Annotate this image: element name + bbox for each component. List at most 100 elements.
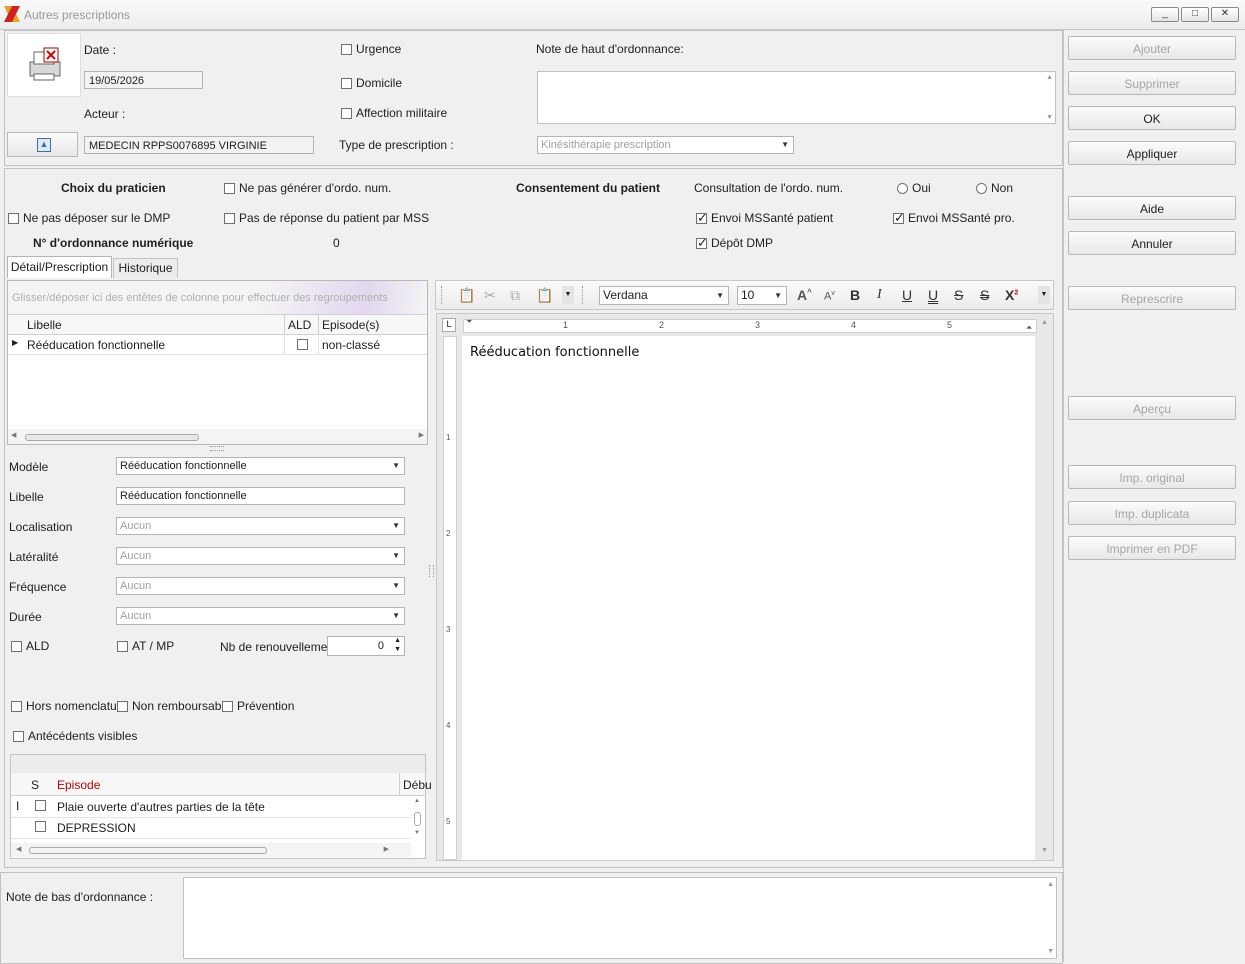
imp-duplicata-button[interactable]: Imp. duplicata [1068, 501, 1236, 525]
splitter-grip[interactable] [429, 565, 434, 577]
column-libelle[interactable]: Libelle [27, 318, 62, 332]
grow-font-icon[interactable]: A^ [797, 287, 812, 303]
duree-select[interactable]: Aucun ▼ [116, 607, 405, 625]
left-indent-marker-icon[interactable]: ⏷ [466, 317, 472, 327]
appliquer-button[interactable]: Appliquer [1068, 141, 1236, 165]
column-episode[interactable]: Episode [57, 778, 100, 792]
upload-button[interactable]: ▲ [7, 132, 78, 157]
represcrire-button[interactable]: Represcrire [1068, 286, 1236, 310]
underline-icon[interactable]: U [902, 287, 912, 303]
date-field[interactable]: 19/05/2026 [84, 71, 203, 89]
scroll-down-icon[interactable]: ▼ [1047, 948, 1054, 955]
tab-historique[interactable]: Historique [113, 258, 178, 278]
shrink-font-icon[interactable]: Av [824, 290, 835, 303]
note-haut-textarea[interactable]: ▲ ▼ [537, 71, 1056, 124]
stepper-down-icon[interactable]: ▼ [394, 646, 401, 653]
aide-button[interactable]: Aide [1068, 196, 1236, 220]
localisation-select[interactable]: Aucun ▼ [116, 517, 405, 535]
supprimer-button[interactable]: Supprimer [1068, 71, 1236, 95]
editor-page[interactable]: Rééducation fonctionnelle [462, 336, 1035, 860]
urgence-checkbox[interactable]: Urgence [341, 42, 401, 56]
italic-icon[interactable]: I [877, 287, 882, 303]
frequence-select[interactable]: Aucun ▼ [116, 577, 405, 595]
annuler-button[interactable]: Annuler [1068, 231, 1236, 255]
imprimer-pdf-button[interactable]: Imprimer en PDF [1068, 536, 1236, 560]
scroll-down-icon[interactable]: ▼ [1046, 114, 1053, 121]
toolbar-overflow-icon[interactable]: ▼ [1038, 286, 1050, 304]
horizontal-ruler[interactable]: 1 2 3 4 5 [463, 319, 1037, 333]
antecedents-checkbox[interactable]: Antécédents visibles [13, 729, 137, 743]
scroll-up-icon[interactable]: ▲ [1041, 319, 1048, 326]
scroll-up-icon[interactable]: ▲ [1047, 881, 1054, 888]
scroll-thumb[interactable] [25, 434, 199, 441]
modele-select[interactable]: Rééducation fonctionnelle ▼ [116, 457, 405, 475]
column-s[interactable]: S [31, 778, 39, 792]
envoi-patient-checkbox[interactable]: Envoi MSSanté patient [696, 210, 833, 226]
episodes-hscrollbar[interactable]: ◀ ▶ [11, 843, 411, 857]
ok-button[interactable]: OK [1068, 106, 1236, 130]
grid-hscrollbar[interactable]: ◀ ▶ [8, 429, 427, 444]
paste-special-icon[interactable]: 📋 [536, 287, 553, 304]
double-underline-icon[interactable]: U [928, 287, 938, 303]
episodes-vscrollbar[interactable]: ▲ ▼ [411, 796, 425, 842]
stepper-up-icon[interactable]: ▲ [394, 637, 401, 644]
imp-original-button[interactable]: Imp. original [1068, 465, 1236, 489]
apercu-button[interactable]: Aperçu [1068, 396, 1236, 420]
vertical-ruler[interactable]: 1 2 3 4 5 [443, 336, 457, 860]
depot-dmp-checkbox[interactable]: Dépôt DMP [696, 235, 773, 251]
splitter-grip[interactable] [210, 446, 224, 451]
table-row[interactable]: ▶ Rééducation fonctionnelle non-classé [8, 334, 427, 355]
paste-icon[interactable]: 📋 [458, 287, 475, 304]
envoi-pro-checkbox[interactable]: Envoi MSSanté pro. [893, 210, 1015, 226]
right-indent-marker-icon[interactable]: ⏶ [1026, 323, 1032, 333]
maximize-button[interactable]: □ [1181, 7, 1209, 22]
tab-stop-icon[interactable]: L [442, 318, 456, 332]
superscript-icon[interactable]: X2 [1005, 287, 1018, 303]
pas-de-reponse-checkbox[interactable]: Pas de réponse du patient par MSS [224, 211, 429, 225]
nb-renouvellement-stepper[interactable]: 0 ▲ ▼ [327, 636, 405, 656]
strikethrough-icon[interactable]: S [954, 287, 963, 303]
column-debut[interactable]: Débu [403, 778, 432, 792]
minimize-button[interactable]: _ [1151, 7, 1179, 22]
row-ald-checkbox[interactable] [297, 339, 308, 353]
font-family-select[interactable]: Verdana ▼ [599, 286, 729, 305]
font-size-select[interactable]: 10 ▼ [737, 286, 787, 305]
bold-icon[interactable]: B [850, 287, 860, 303]
row-select-checkbox[interactable] [35, 821, 46, 835]
cut-icon[interactable]: ✂ [484, 287, 496, 304]
toolbar-overflow-icon[interactable]: ▼ [562, 286, 574, 304]
affection-militaire-checkbox[interactable]: Affection militaire [341, 106, 447, 120]
scroll-right-icon[interactable]: ▶ [419, 431, 424, 439]
scroll-thumb[interactable] [29, 847, 267, 854]
scroll-down-icon[interactable]: ▼ [1041, 847, 1048, 854]
type-prescription-select[interactable]: Kinésithérapie prescription ▼ [537, 136, 794, 154]
column-ald[interactable]: ALD [288, 318, 311, 332]
editor-vscrollbar[interactable]: ▲ ▼ [1037, 313, 1053, 861]
table-row[interactable]: I Plaie ouverte d'autres parties de la t… [11, 796, 411, 818]
column-episodes[interactable]: Episode(s) [322, 318, 379, 332]
ajouter-button[interactable]: Ajouter [1068, 36, 1236, 60]
tab-detail-prescription[interactable]: Détail/Prescription [7, 256, 112, 278]
ald-checkbox[interactable]: ALD [11, 639, 49, 653]
scroll-left-icon[interactable]: ◀ [11, 431, 16, 439]
non-radio[interactable]: Non [976, 181, 1013, 195]
lateralite-select[interactable]: Aucun ▼ [116, 547, 405, 565]
scroll-right-icon[interactable]: ▶ [384, 845, 389, 853]
copy-icon[interactable]: ⧉ [510, 287, 520, 304]
scroll-thumb[interactable] [414, 812, 421, 826]
scroll-up-icon[interactable]: ▲ [1046, 74, 1053, 81]
double-strikethrough-icon[interactable]: S [980, 287, 989, 303]
scroll-up-icon[interactable]: ▲ [414, 798, 420, 804]
non-remboursable-checkbox[interactable]: Non remboursabl [117, 699, 224, 713]
scroll-left-icon[interactable]: ◀ [16, 845, 21, 853]
libelle-input[interactable]: Rééducation fonctionnelle [116, 487, 405, 505]
scroll-down-icon[interactable]: ▼ [414, 830, 420, 836]
hors-nomenclature-checkbox[interactable]: Hors nomenclatu [11, 699, 117, 713]
oui-radio[interactable]: Oui [897, 181, 931, 195]
note-bas-textarea[interactable]: ▲ ▼ [183, 877, 1057, 959]
acteur-field[interactable]: MEDECIN RPPS0076895 VIRGINIE [84, 136, 314, 154]
at-mp-checkbox[interactable]: AT / MP [117, 639, 174, 653]
row-select-checkbox[interactable] [35, 800, 46, 814]
table-row[interactable]: DEPRESSION [11, 817, 411, 839]
close-button[interactable]: ✕ [1211, 7, 1239, 22]
